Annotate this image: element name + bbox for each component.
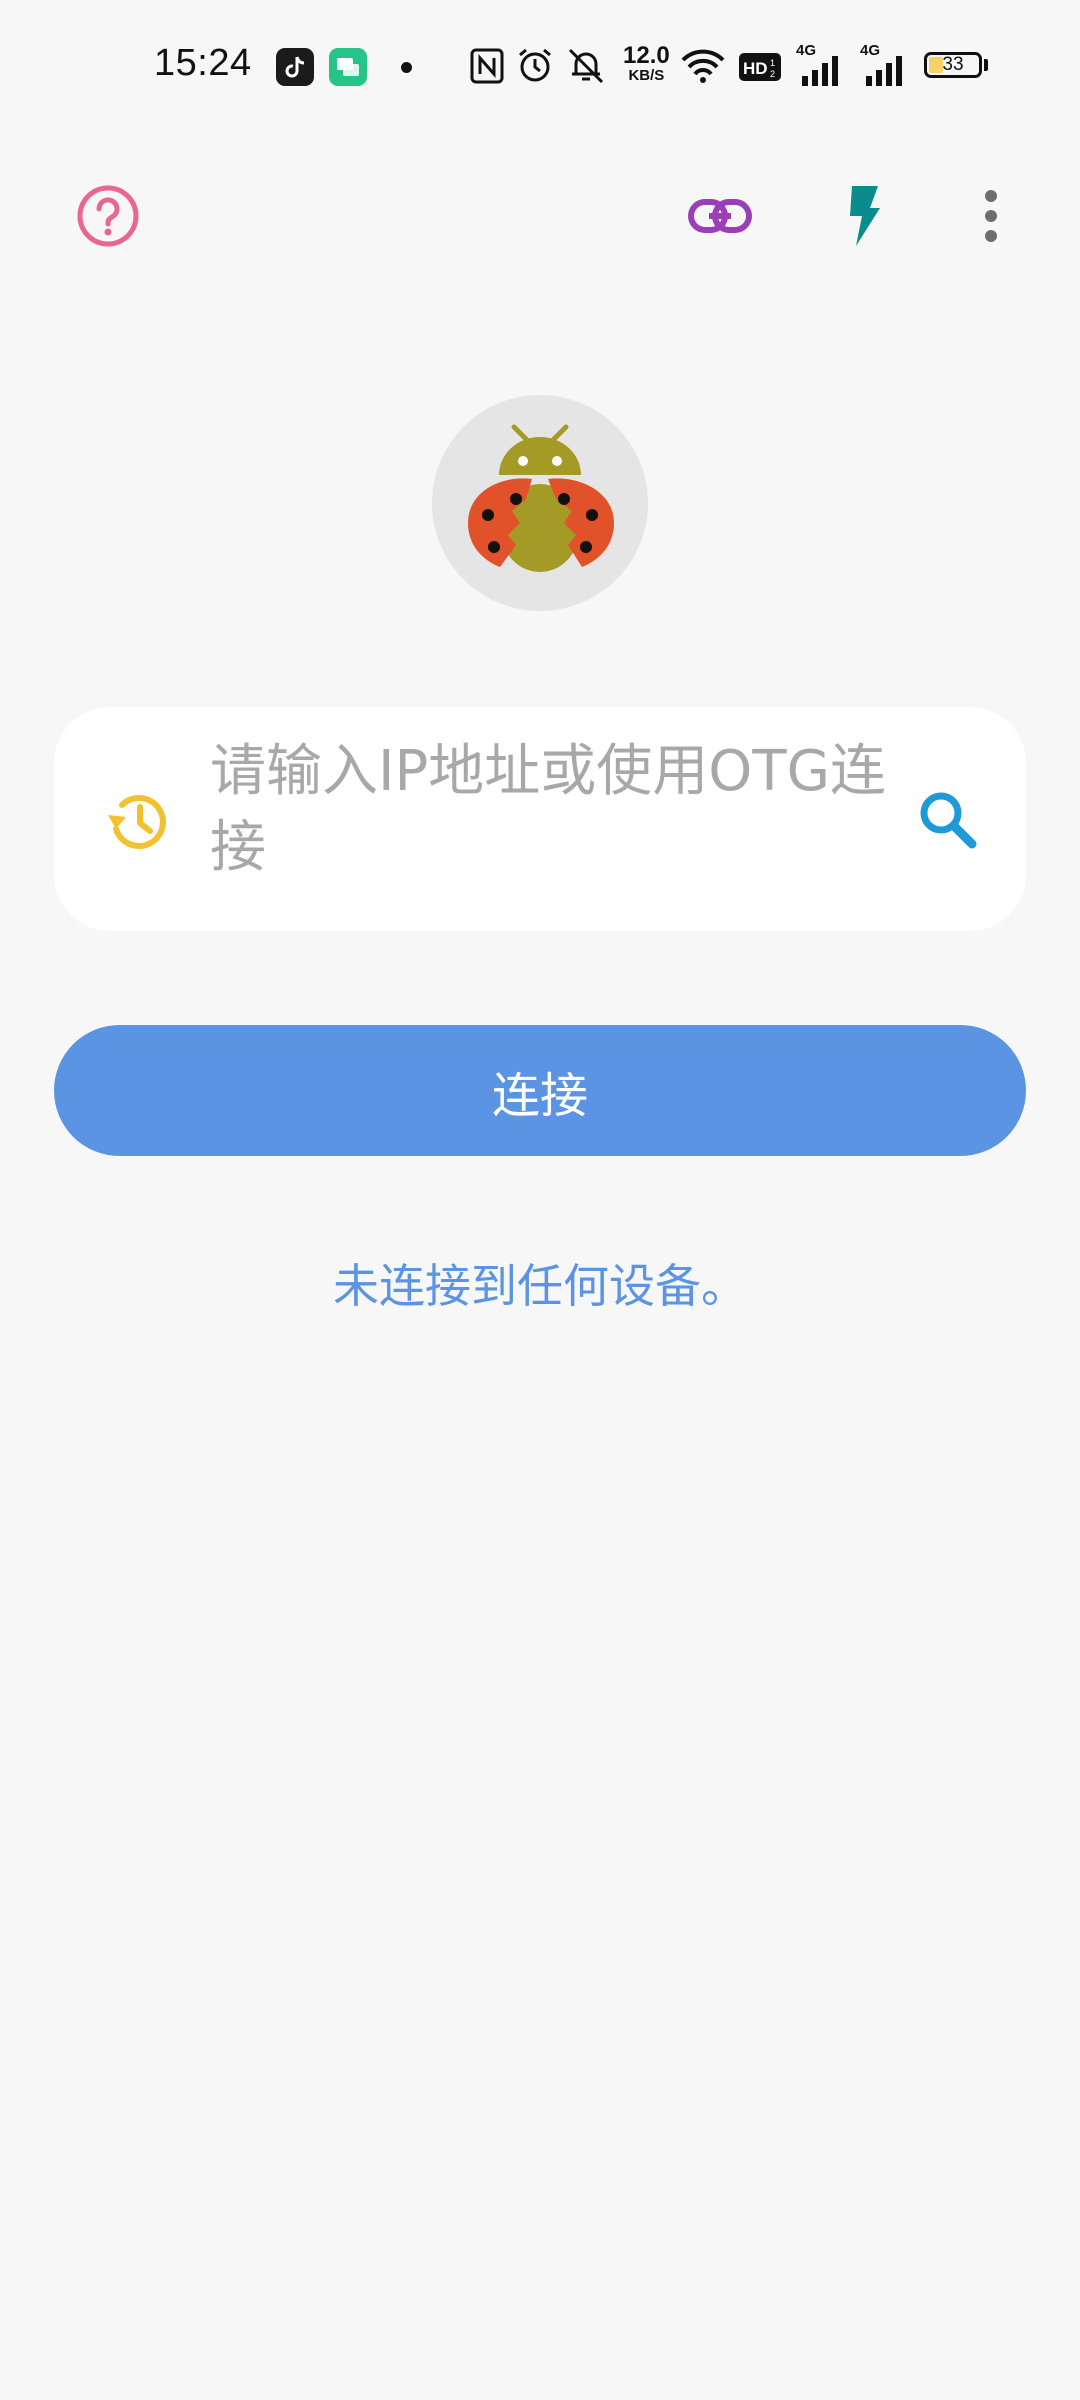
more-vert-icon <box>985 190 997 242</box>
nfc-icon <box>470 48 504 84</box>
flash-icon <box>850 186 880 246</box>
history-icon <box>108 795 166 849</box>
link-icon <box>688 199 752 233</box>
svg-text:1: 1 <box>770 58 775 68</box>
status-time: 15:24 <box>154 42 252 84</box>
status-bar: 15:24 12.0 KB/S HD 1 2 4G 4G 33 <box>0 0 1080 130</box>
history-button[interactable] <box>104 787 172 855</box>
messages-app-icon <box>329 48 367 86</box>
battery-icon: 33 <box>924 52 982 78</box>
connection-status-text: 未连接到任何设备。 <box>333 1259 747 1313</box>
tiktok-app-icon <box>276 48 314 86</box>
signal-icon-2: 4G <box>860 42 910 86</box>
help-button[interactable] <box>68 176 148 256</box>
battery-tip <box>984 59 988 71</box>
svg-text:2: 2 <box>770 69 775 79</box>
connect-button[interactable]: 连接 <box>54 1025 1026 1156</box>
svg-text:HD: HD <box>743 59 768 78</box>
network-speed-value: 12.0 <box>623 42 670 69</box>
wifi-icon <box>681 49 725 83</box>
notification-dot-icon <box>401 62 412 73</box>
network-speed: 12.0 KB/S <box>623 42 670 84</box>
app-logo <box>432 395 648 611</box>
signal-icon: 4G <box>796 42 846 86</box>
mute-icon <box>568 48 604 84</box>
more-options-button[interactable] <box>964 176 1018 256</box>
network-speed-unit: KB/S <box>628 67 665 84</box>
android-ladybug-icon <box>468 424 614 572</box>
search-icon <box>920 792 977 849</box>
hd-icon: HD 1 2 <box>739 53 781 81</box>
ip-address-input[interactable] <box>210 734 900 904</box>
alarm-icon <box>519 48 551 82</box>
link-button[interactable] <box>680 176 760 256</box>
battery-level: 33 <box>942 54 964 75</box>
search-button[interactable] <box>912 784 984 856</box>
help-icon <box>77 185 139 247</box>
flash-button[interactable] <box>824 176 904 256</box>
